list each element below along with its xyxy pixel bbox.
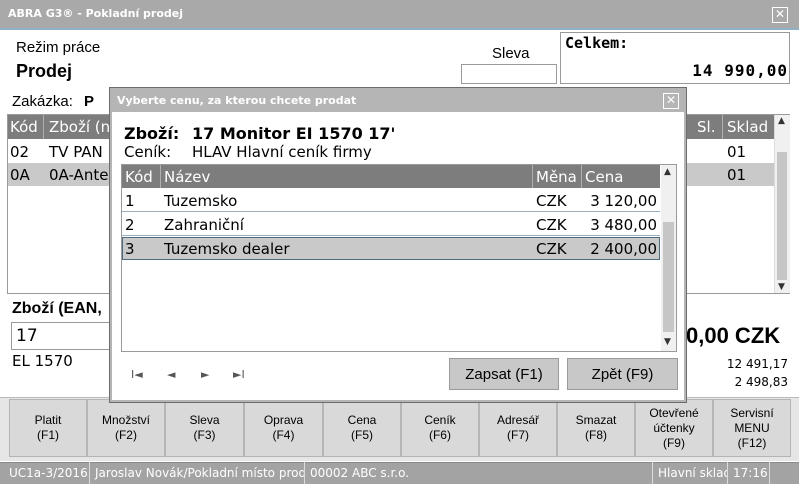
column-header-price[interactable]: Cena xyxy=(585,168,623,186)
row-warehouse: 01 xyxy=(727,143,747,161)
scroll-up-icon[interactable]: ▲ xyxy=(664,167,671,177)
price-display: 0,00 CZK xyxy=(686,323,781,348)
row-goods: TV PAN xyxy=(49,143,103,161)
discount-button[interactable]: Sleva (F3) xyxy=(165,399,244,457)
row-currency: CZK xyxy=(536,192,567,210)
previous-record-icon[interactable]: ◄ xyxy=(167,368,175,381)
row-price: 2 400,00 xyxy=(590,240,657,258)
row-name: Tuzemsko xyxy=(164,192,238,210)
row-code: 2 xyxy=(125,216,135,234)
dialog-goods-value: 17 Monitor EI 1570 17' xyxy=(192,124,396,143)
status-version: UC1a-3/2016 xyxy=(4,462,90,484)
title-bar: ABRA G3® - Pokladní prodej xyxy=(0,0,799,30)
confirm-button[interactable]: Zapsat (F1) xyxy=(449,358,559,390)
row-code: 1 xyxy=(125,192,135,210)
status-user: Jaroslav Novák/Pokladní místo prod. xyxy=(90,462,305,484)
discount-label: Sleva xyxy=(492,45,530,62)
column-header-sl[interactable]: Sl. xyxy=(697,118,715,136)
row-price: 3 480,00 xyxy=(590,216,657,234)
status-warehouse: Hlavní sklad xyxy=(653,462,728,484)
dialog-pricelist-label: Ceník: xyxy=(124,143,172,161)
row-warehouse: 01 xyxy=(727,166,747,184)
service-menu-button[interactable]: Servisní MENU (F12) xyxy=(713,399,791,457)
column-header-goods[interactable]: Zboží (n xyxy=(49,118,110,136)
column-header-code[interactable]: Kód xyxy=(125,168,153,186)
first-record-icon[interactable]: I◄ xyxy=(131,368,143,381)
row-name: Zahraniční xyxy=(164,216,244,234)
row-goods: 0A-Ante xyxy=(49,166,109,184)
correction-button[interactable]: Oprava (F4) xyxy=(244,399,323,457)
window-title: ABRA G3® - Pokladní prodej xyxy=(8,7,184,20)
discount-field[interactable] xyxy=(461,64,557,84)
last-record-icon[interactable]: ►I xyxy=(233,368,245,381)
row-price: 3 120,00 xyxy=(590,192,657,210)
column-header-name[interactable]: Název xyxy=(164,168,210,186)
goods-input-value: 17 xyxy=(16,326,38,346)
back-button[interactable]: Zpět (F9) xyxy=(567,358,678,390)
scroll-up-icon[interactable]: ▲ xyxy=(778,116,785,126)
dialog-title: Vyberte cenu, za kterou chcete prodat xyxy=(117,94,357,107)
scrollbar-thumb[interactable] xyxy=(663,222,674,332)
total-value: 14 990,00 xyxy=(692,61,788,80)
column-header-code[interactable]: Kód xyxy=(10,118,38,136)
pricelist-button[interactable]: Ceník (F6) xyxy=(401,399,479,457)
close-icon[interactable]: ✕ xyxy=(663,93,679,109)
next-record-icon[interactable]: ► xyxy=(201,368,209,381)
dialog-pricelist-value: HLAV Hlavní ceník firmy xyxy=(192,143,372,161)
row-code: 0A xyxy=(10,166,30,184)
row-code: 02 xyxy=(10,143,30,161)
mode-value: Prodej xyxy=(16,61,73,81)
row-name: Tuzemsko dealer xyxy=(164,240,290,258)
column-header-warehouse[interactable]: Sklad xyxy=(727,118,768,136)
column-header-currency[interactable]: Měna xyxy=(536,168,577,186)
row-code: 3 xyxy=(125,240,135,258)
pay-button[interactable]: Platit (F1) xyxy=(9,399,87,457)
sum-vat: 2 498,83 xyxy=(734,375,788,389)
scrollbar-thumb[interactable] xyxy=(777,152,787,280)
open-receipts-button[interactable]: Otevřené účtenky (F9) xyxy=(635,399,713,457)
scroll-down-icon[interactable]: ▼ xyxy=(664,337,671,347)
goods-label: Zboží (EAN, xyxy=(12,300,102,317)
row-currency: CZK xyxy=(536,240,567,258)
status-time: 17:16 xyxy=(728,462,770,484)
price-button[interactable]: Cena (F5) xyxy=(323,399,401,457)
status-company: 00002 ABC s.r.o. xyxy=(305,462,653,484)
mode-label: Režim práce xyxy=(16,39,101,56)
delete-button[interactable]: Smazat (F8) xyxy=(557,399,635,457)
address-book-button[interactable]: Adresář (F7) xyxy=(479,399,557,457)
total-label: Celkem: xyxy=(565,34,629,52)
order-label: Zakázka: xyxy=(12,93,73,110)
quantity-button[interactable]: Množství (F2) xyxy=(87,399,165,457)
row-currency: CZK xyxy=(536,216,567,234)
sum-net: 12 491,17 xyxy=(726,357,788,371)
dialog-goods-label: Zboží: xyxy=(124,124,180,143)
scroll-down-icon[interactable]: ▼ xyxy=(778,282,785,292)
order-value: P xyxy=(84,93,95,110)
goods-name: EL 1570 xyxy=(12,352,73,370)
close-icon[interactable]: ✕ xyxy=(772,7,788,23)
